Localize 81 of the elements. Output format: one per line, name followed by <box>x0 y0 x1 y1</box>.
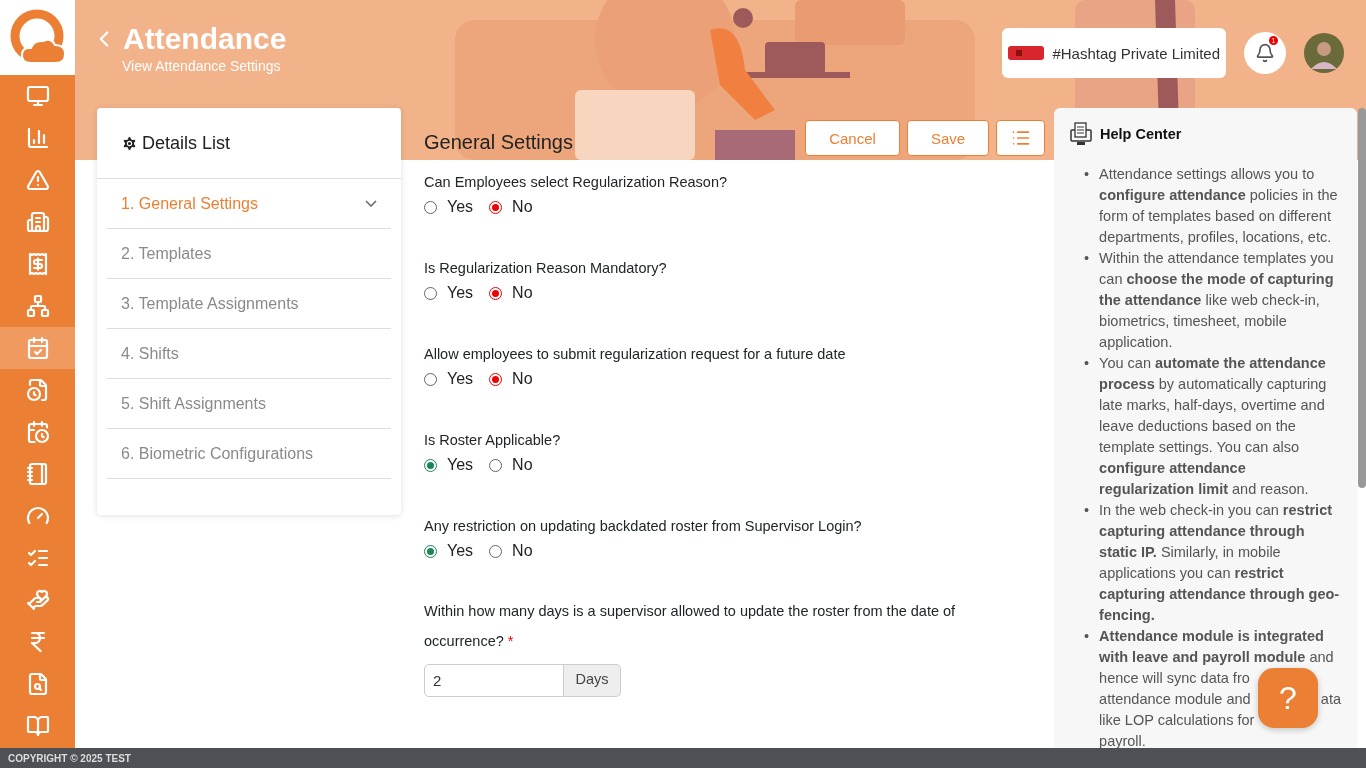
radio-button[interactable] <box>424 458 437 472</box>
notebook-icon <box>25 462 50 486</box>
radio-label: No <box>512 456 533 474</box>
nav-item[interactable] <box>0 327 75 369</box>
radio-button[interactable] <box>489 544 503 558</box>
monitor-icon <box>25 84 50 108</box>
help-text: In the web check-in you can restrict capturing attendance through static IP. Similarly, in mobile applications you can restrict capturing attendance through geo-fencing. <box>1099 501 1341 625</box>
radio-button[interactable] <box>489 200 503 214</box>
radio-label: No <box>512 284 533 302</box>
org-chart-icon <box>25 294 50 318</box>
days-field[interactable]: 2 <box>424 664 564 697</box>
warning-icon <box>25 168 50 192</box>
help-text: hence will sync data fro <box>1099 669 1250 688</box>
details-list-item[interactable]: 4. Shifts <box>107 329 391 379</box>
details-list-item[interactable]: 6. Biometric Configurations <box>107 429 391 479</box>
help-text: Attendance settings allows you to configure attendance policies in the form of templates based on different departments, profiles, locations, etc. <box>1099 165 1339 247</box>
help-text: You can automate the attendance process by automatically capturing late marks, half-days, overtime and leave deductions based on the template settings. You can also configure attendance regularization limit and reason. <box>1099 354 1328 499</box>
question-label: Within how many days is a supervisor allowed to update the roster from the date of occurrence? * <box>424 602 957 651</box>
hand-heart-icon <box>25 588 50 612</box>
company-logo-icon <box>1008 46 1045 60</box>
gear-icon <box>121 134 138 152</box>
radio-button[interactable] <box>424 544 437 558</box>
radio-label: Yes <box>447 370 474 388</box>
radio-label: No <box>512 198 533 216</box>
chevron-down-icon <box>365 200 377 207</box>
calendar-check-icon <box>25 336 50 360</box>
copyright-text: COPYRIGHT © 2025 TEST <box>0 748 1366 768</box>
question-label: Any restriction on updating backdated roster from Supervisor Login? <box>424 518 863 534</box>
radio-button[interactable] <box>424 286 437 300</box>
details-list-item[interactable]: 1. General Settings <box>107 179 391 229</box>
question-label: Is Regularization Reason Mandatory? <box>424 260 668 276</box>
radio-button[interactable] <box>489 458 503 472</box>
radio-label: No <box>512 542 533 560</box>
details-list-item[interactable]: 5. Shift Assignments <box>107 379 391 429</box>
radio-label: Yes <box>447 284 474 302</box>
unit-label: Days <box>564 664 621 697</box>
save-button[interactable]: Save <box>907 120 989 156</box>
calendar-clock-icon <box>25 420 50 444</box>
scrollbar[interactable] <box>1358 108 1366 488</box>
help-text: Attendance module is integrated <box>1099 627 1324 646</box>
cancel-button[interactable]: Cancel <box>805 120 900 156</box>
section-title: General Settings <box>424 131 573 155</box>
details-list-item[interactable]: 2. Templates <box>107 229 391 279</box>
radio-label: Yes <box>447 456 474 474</box>
file-clock-icon <box>25 378 50 402</box>
help-text: with leave and payroll module and <box>1099 648 1334 667</box>
question-label: Can Employees select Regularization Reason? <box>424 174 729 190</box>
radio-button[interactable] <box>489 372 503 386</box>
radio-label: Yes <box>447 542 474 560</box>
avatar[interactable] <box>1304 33 1344 73</box>
help-text: payroll. <box>1099 732 1146 751</box>
radio-button[interactable] <box>424 372 437 386</box>
help-text: like LOP calculations for <box>1099 711 1255 730</box>
radio-button[interactable] <box>489 286 503 300</box>
bullet: • <box>1084 165 1090 184</box>
company-selector[interactable]: #Hashtag Private Limited <box>1002 28 1226 78</box>
bullet: • <box>1084 354 1090 373</box>
computer-document-icon <box>1070 122 1092 146</box>
bullet: • <box>1084 501 1090 520</box>
list-view-button[interactable] <box>996 120 1045 156</box>
help-button[interactable]: ? <box>1258 668 1318 728</box>
page-subtitle: View Attendance Settings <box>122 58 282 74</box>
radio-label: Yes <box>447 198 474 216</box>
card-title: Details List <box>142 132 231 154</box>
details-list-item[interactable]: 3. Template Assignments <box>107 279 391 329</box>
help-title: Help Center <box>1100 126 1182 142</box>
help-text: attendance module and <box>1099 690 1251 709</box>
radio-label: No <box>512 370 533 388</box>
bell-icon <box>1255 43 1275 63</box>
question-label: Allow employees to submit regularization request for a future date <box>424 346 847 362</box>
bar-chart-icon <box>25 126 50 150</box>
list-icon <box>1010 128 1031 148</box>
question-label: Is Roster Applicable? <box>424 432 562 448</box>
page-title: Attendance <box>123 22 287 56</box>
help-text: ata <box>1320 690 1341 709</box>
bullet: • <box>1084 249 1090 268</box>
radio-button[interactable] <box>424 200 437 214</box>
book-icon <box>25 714 50 738</box>
building-icon <box>25 210 50 234</box>
bullet: • <box>1084 627 1090 646</box>
help-text: Within the attendance templates you can choose the mode of capturing the attendance like web check-in, biometrics, timesheet, mobile application. <box>1099 249 1335 352</box>
